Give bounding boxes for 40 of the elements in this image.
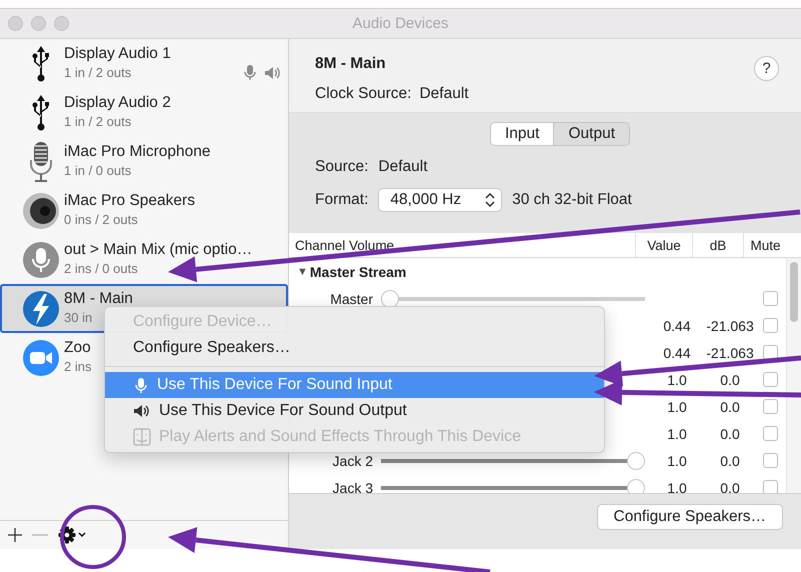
device-name: iMac Pro Microphone xyxy=(64,142,210,160)
value-cell: 1.0 xyxy=(667,426,687,442)
channel-label: Master xyxy=(330,290,373,306)
db-cell: 0.0 xyxy=(720,372,740,388)
device-channels: 2 ins xyxy=(64,358,92,374)
value-cell: 1.0 xyxy=(667,452,687,468)
device-channels: 1 in / 2 outs xyxy=(64,114,132,128)
db-cell: -21.063 xyxy=(706,318,754,334)
value-cell: 0.44 xyxy=(663,344,691,360)
device-channels: 2 ins / 0 outs xyxy=(64,260,139,276)
device-name: iMac Pro Speakers xyxy=(64,192,195,210)
db-cell: -21.063 xyxy=(706,344,754,360)
device-channels: 1 in / 2 outs xyxy=(64,64,132,80)
device-channels: 0 ins / 2 outs xyxy=(64,212,139,226)
format-detail: 30 ch 32-bit Float xyxy=(512,191,632,209)
device-channels: 30 in xyxy=(64,310,94,324)
device-name: Display Audio 1 xyxy=(64,44,171,62)
clock-source-label: Clock Source: xyxy=(315,85,412,103)
device-channels: 1 in / 0 outs xyxy=(64,162,132,178)
device-name: Display Audio 2 xyxy=(64,94,171,112)
device-name: 8M - Main xyxy=(64,290,133,308)
value-cell: 1.0 xyxy=(667,398,687,414)
db-cell: 0.0 xyxy=(720,452,740,468)
window-title: Audio Devices xyxy=(352,15,450,32)
source-label: Source: xyxy=(315,158,368,176)
device-title: 8M - Main xyxy=(315,55,386,73)
value-cell: 1.0 xyxy=(667,372,687,388)
db-cell: 0.0 xyxy=(720,398,740,414)
channel-label: Jack 2 xyxy=(332,452,373,468)
db-cell: 0.0 xyxy=(720,480,740,493)
format-label: Format: xyxy=(315,191,368,209)
db-cell: 0.0 xyxy=(720,426,740,442)
group-label: Master Stream xyxy=(310,264,406,280)
clock-source-value: Default xyxy=(419,85,469,103)
value-cell: 0.44 xyxy=(663,318,691,334)
channel-label: Jack 3 xyxy=(332,480,373,493)
device-name: Zoo xyxy=(64,338,92,356)
source-value: Default xyxy=(378,158,428,176)
value-cell: 1.0 xyxy=(667,480,687,493)
device-name: out > Main Mix (mic optio… xyxy=(64,240,252,258)
